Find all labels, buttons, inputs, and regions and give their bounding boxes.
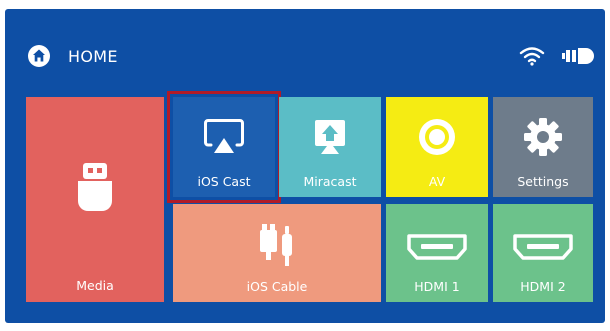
tile-label: iOS Cast — [197, 174, 251, 189]
tile-label: Miracast — [303, 174, 357, 189]
hdmi-port-icon — [513, 234, 573, 260]
home-screen: HOME Media iOS Cast Miracast AV Settings… — [5, 9, 605, 323]
tile-media[interactable]: Media — [26, 97, 164, 302]
hdmi-port-icon — [407, 234, 467, 260]
tile-miracast[interactable]: Miracast — [279, 97, 381, 197]
battery-icon — [562, 48, 594, 64]
tile-label: HDMI 2 — [520, 279, 566, 294]
screen-cast-icon — [315, 120, 345, 154]
tile-hdmi-2[interactable]: HDMI 2 — [493, 204, 593, 302]
tile-label: Media — [76, 278, 114, 293]
tile-ios-cable[interactable]: iOS Cable — [173, 204, 381, 302]
lightning-cable-icon — [260, 224, 292, 266]
home-icon[interactable] — [28, 45, 50, 67]
airplay-icon — [204, 119, 244, 153]
tile-av[interactable]: AV — [386, 97, 488, 197]
gear-icon — [524, 118, 562, 156]
tile-label: iOS Cable — [246, 279, 308, 294]
tile-label: AV — [428, 174, 446, 189]
wifi-icon — [519, 47, 545, 66]
tile-label: Settings — [517, 174, 569, 189]
page-title: HOME — [68, 47, 118, 66]
tile-hdmi-1[interactable]: HDMI 1 — [386, 204, 488, 302]
tile-label: HDMI 1 — [414, 279, 460, 294]
tile-settings[interactable]: Settings — [493, 97, 593, 197]
av-port-icon — [419, 119, 455, 155]
tile-ios-cast[interactable]: iOS Cast — [167, 91, 281, 203]
usb-drive-icon — [78, 163, 112, 211]
header-bar: HOME — [5, 9, 605, 89]
